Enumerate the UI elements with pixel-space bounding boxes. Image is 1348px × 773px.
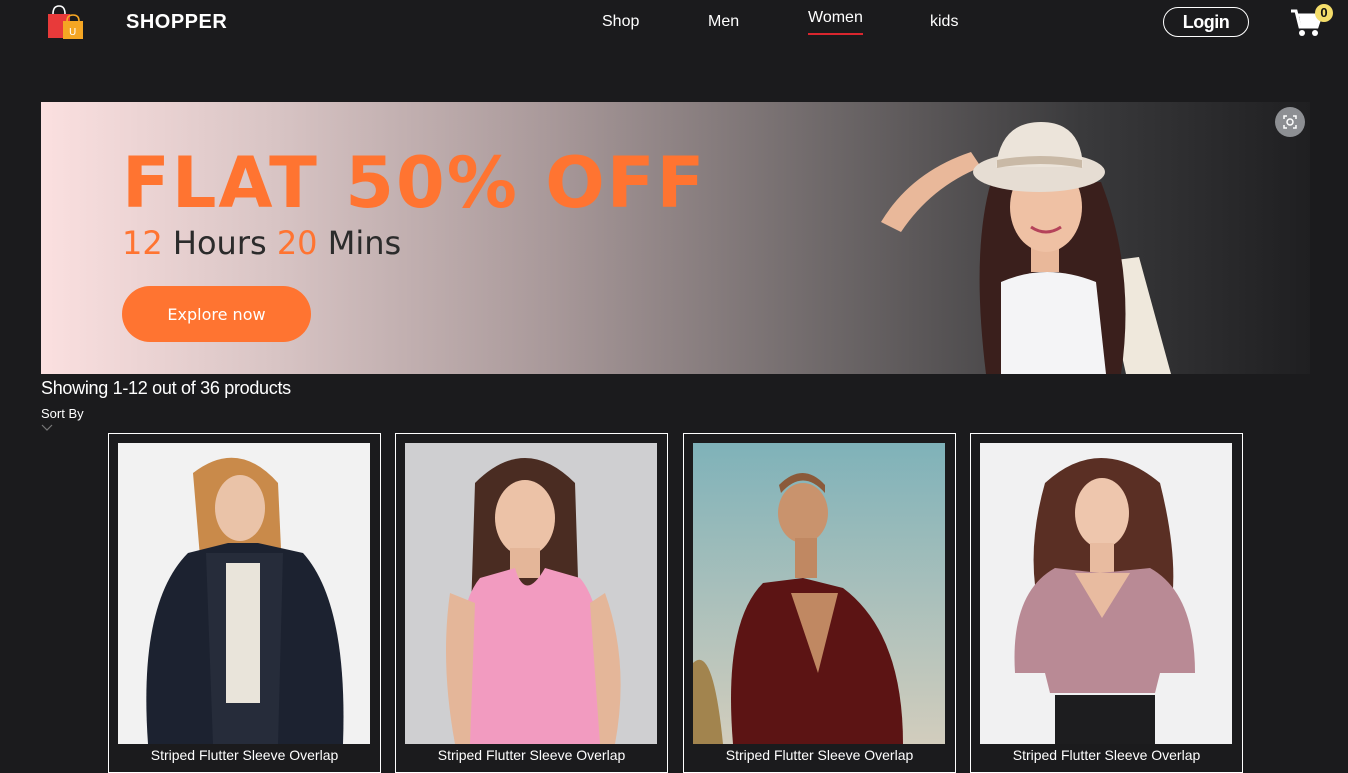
shopping-bag-logo-icon[interactable]: U xyxy=(47,4,85,40)
banner-title: FLAT 50% OFF xyxy=(122,142,707,224)
login-button[interactable]: Login xyxy=(1163,7,1249,37)
sort-by-label[interactable]: Sort By xyxy=(41,406,84,421)
product-name[interactable]: Striped Flutter Sleeve Overlap xyxy=(396,747,667,763)
promo-banner: FLAT 50% OFF 12 Hours 20 Mins Explore no… xyxy=(41,102,1310,374)
product-image xyxy=(980,443,1232,744)
banner-model-image xyxy=(881,122,1171,374)
navbar: U SHOPPER Shop Men Women kids Login 0 xyxy=(0,0,1348,50)
results-count: Showing 1-12 out of 36 products xyxy=(41,378,291,398)
product-card[interactable]: Striped Flutter Sleeve Overlap xyxy=(683,433,956,773)
svg-text:U: U xyxy=(69,27,76,38)
product-card[interactable]: Striped Flutter Sleeve Overlap xyxy=(395,433,668,773)
banner-timer: 12 Hours 20 Mins xyxy=(122,224,401,262)
timer-mins-value: 20 xyxy=(276,224,318,262)
brand-name[interactable]: SHOPPER xyxy=(126,11,227,34)
visual-search-button[interactable] xyxy=(1275,107,1305,137)
lens-icon xyxy=(1283,115,1297,129)
product-name[interactable]: Striped Flutter Sleeve Overlap xyxy=(109,747,380,763)
timer-hours-value: 12 xyxy=(122,224,163,262)
timer-hours-label: Hours xyxy=(172,224,267,262)
nav-item-women[interactable]: Women xyxy=(808,9,863,35)
nav-item-men[interactable]: Men xyxy=(708,13,739,31)
product-image xyxy=(405,443,657,744)
product-card[interactable]: Striped Flutter Sleeve Overlap xyxy=(108,433,381,773)
product-image xyxy=(118,443,370,744)
chevron-down-icon[interactable] xyxy=(41,424,53,432)
timer-mins-label: Mins xyxy=(327,224,402,262)
product-name[interactable]: Striped Flutter Sleeve Overlap xyxy=(684,747,955,763)
nav-item-kids[interactable]: kids xyxy=(930,13,958,31)
product-image xyxy=(693,443,945,744)
product-name[interactable]: Striped Flutter Sleeve Overlap xyxy=(971,747,1242,763)
nav-item-shop[interactable]: Shop xyxy=(602,13,639,31)
cart-count-badge: 0 xyxy=(1315,4,1333,22)
product-card[interactable]: Striped Flutter Sleeve Overlap xyxy=(970,433,1243,773)
explore-now-button[interactable]: Explore now xyxy=(122,286,311,342)
